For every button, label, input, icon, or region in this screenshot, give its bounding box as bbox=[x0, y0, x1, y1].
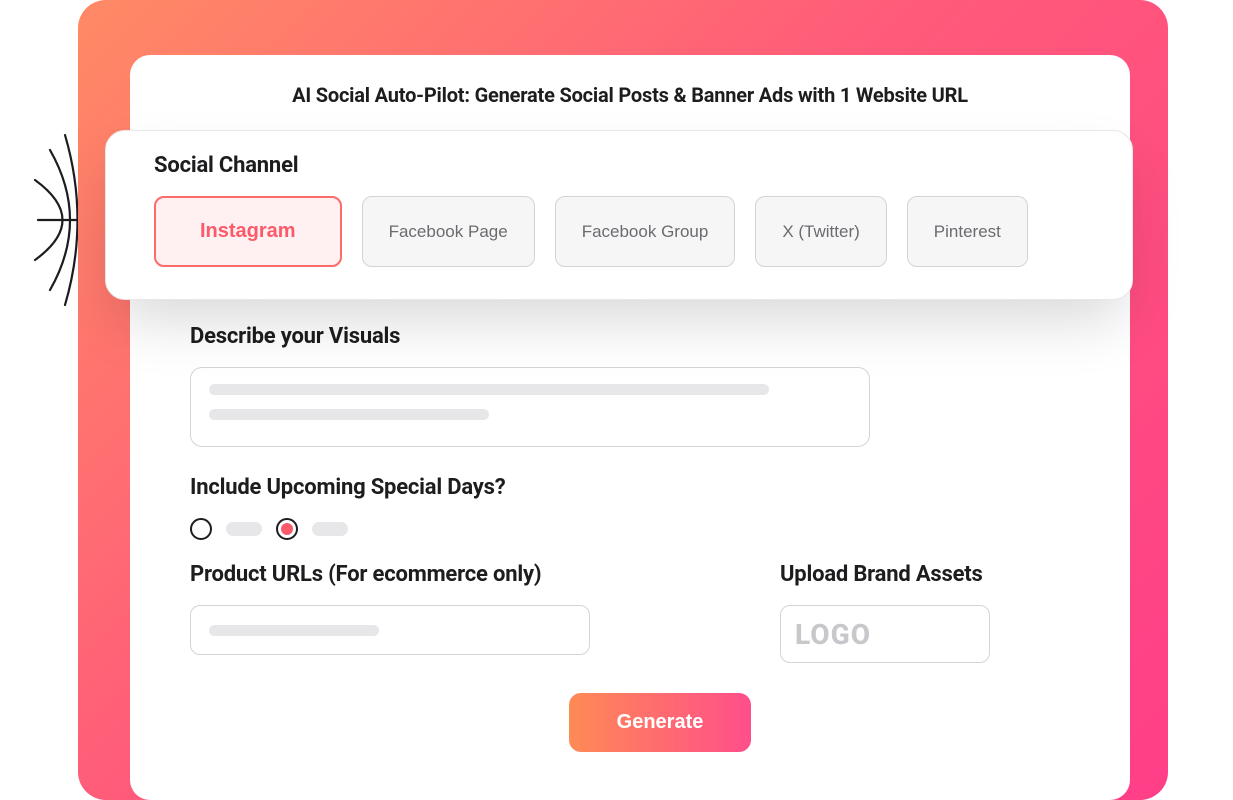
social-channel-card: Social Channel Instagram Facebook Page F… bbox=[105, 130, 1133, 300]
page-title: AI Social Auto-Pilot: Generate Social Po… bbox=[164, 83, 1096, 107]
placeholder-line bbox=[209, 409, 489, 420]
brand-assets-upload[interactable]: LOGO bbox=[780, 605, 990, 663]
radio-label-placeholder bbox=[226, 522, 262, 536]
logo-placeholder: LOGO bbox=[795, 618, 871, 651]
social-channel-label: Social Channel bbox=[154, 153, 1100, 178]
form-body: Describe your Visuals Include Upcoming S… bbox=[190, 324, 1130, 752]
placeholder-line bbox=[209, 384, 769, 395]
channel-instagram[interactable]: Instagram bbox=[154, 196, 342, 267]
channel-x-twitter[interactable]: X (Twitter) bbox=[755, 196, 886, 267]
special-days-option-1[interactable] bbox=[276, 518, 298, 540]
channel-facebook-page[interactable]: Facebook Page bbox=[362, 196, 535, 267]
visuals-label: Describe your Visuals bbox=[190, 324, 1130, 349]
placeholder-line bbox=[209, 625, 379, 636]
brand-assets-label: Upload Brand Assets bbox=[780, 562, 1040, 587]
special-days-radio-group bbox=[190, 518, 1130, 540]
generate-row: Generate bbox=[190, 693, 1130, 752]
product-urls-label: Product URLs (For ecommerce only) bbox=[190, 562, 590, 587]
special-days-option-0[interactable] bbox=[190, 518, 212, 540]
channel-pinterest[interactable]: Pinterest bbox=[907, 196, 1028, 267]
radio-label-placeholder bbox=[312, 522, 348, 536]
social-channel-row: Instagram Facebook Page Facebook Group X… bbox=[154, 196, 1100, 267]
channel-facebook-group[interactable]: Facebook Group bbox=[555, 196, 736, 267]
special-days-label: Include Upcoming Special Days? bbox=[190, 475, 1130, 500]
generate-button[interactable]: Generate bbox=[569, 693, 752, 752]
visuals-input[interactable] bbox=[190, 367, 870, 447]
product-urls-input[interactable] bbox=[190, 605, 590, 655]
two-column-row: Product URLs (For ecommerce only) Upload… bbox=[190, 562, 1130, 663]
